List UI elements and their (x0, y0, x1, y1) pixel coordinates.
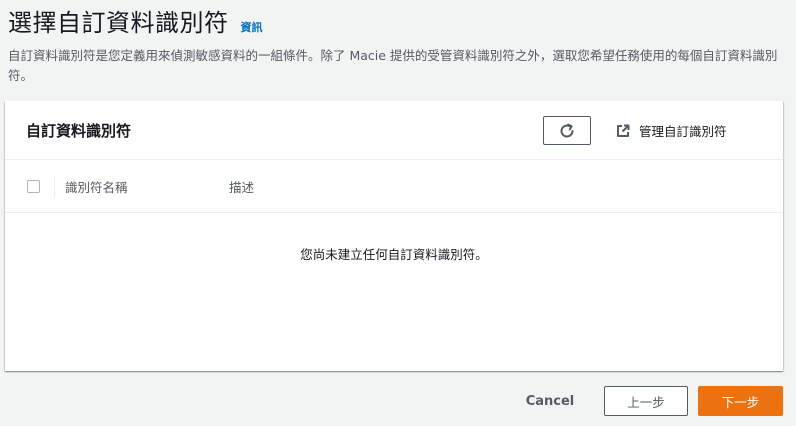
table-empty-message: 您尚未建立任何自訂資料識別符。 (300, 247, 488, 262)
column-divider (54, 176, 55, 196)
panel-header: 自訂資料識別符 管理自訂識別符 (5, 101, 783, 160)
manage-link-label: 管理自訂識別符 (639, 124, 727, 139)
manage-custom-identifiers-link[interactable]: 管理自訂識別符 (616, 121, 727, 140)
cancel-button[interactable]: Cancel (517, 386, 583, 416)
info-link[interactable]: 資訊 (241, 19, 263, 35)
table-header: 識別符名稱 描述 (5, 160, 783, 213)
panel-title: 自訂資料識別符 (26, 122, 132, 140)
page-title: 選擇自訂資料識別符 (8, 9, 229, 37)
column-header-description[interactable]: 描述 (229, 177, 254, 196)
custom-identifiers-panel: 自訂資料識別符 管理自訂識別符 識別符名稱 描述 您尚未建立任何自訂資料識別符。 (5, 101, 783, 371)
refresh-icon (559, 123, 575, 139)
previous-button[interactable]: 上一步 (604, 386, 688, 416)
column-header-name[interactable]: 識別符名稱 (65, 177, 128, 196)
page-description: 自訂資料識別符是您定義用來偵測敏感資料的一組條件。除了 Macie 提供的受管資… (8, 48, 778, 83)
next-button[interactable]: 下一步 (698, 386, 783, 416)
refresh-button[interactable] (543, 116, 591, 145)
external-link-icon (616, 124, 630, 138)
page-header: 選擇自訂資料識別符 資訊 (8, 6, 263, 40)
select-all-checkbox[interactable] (27, 180, 40, 193)
